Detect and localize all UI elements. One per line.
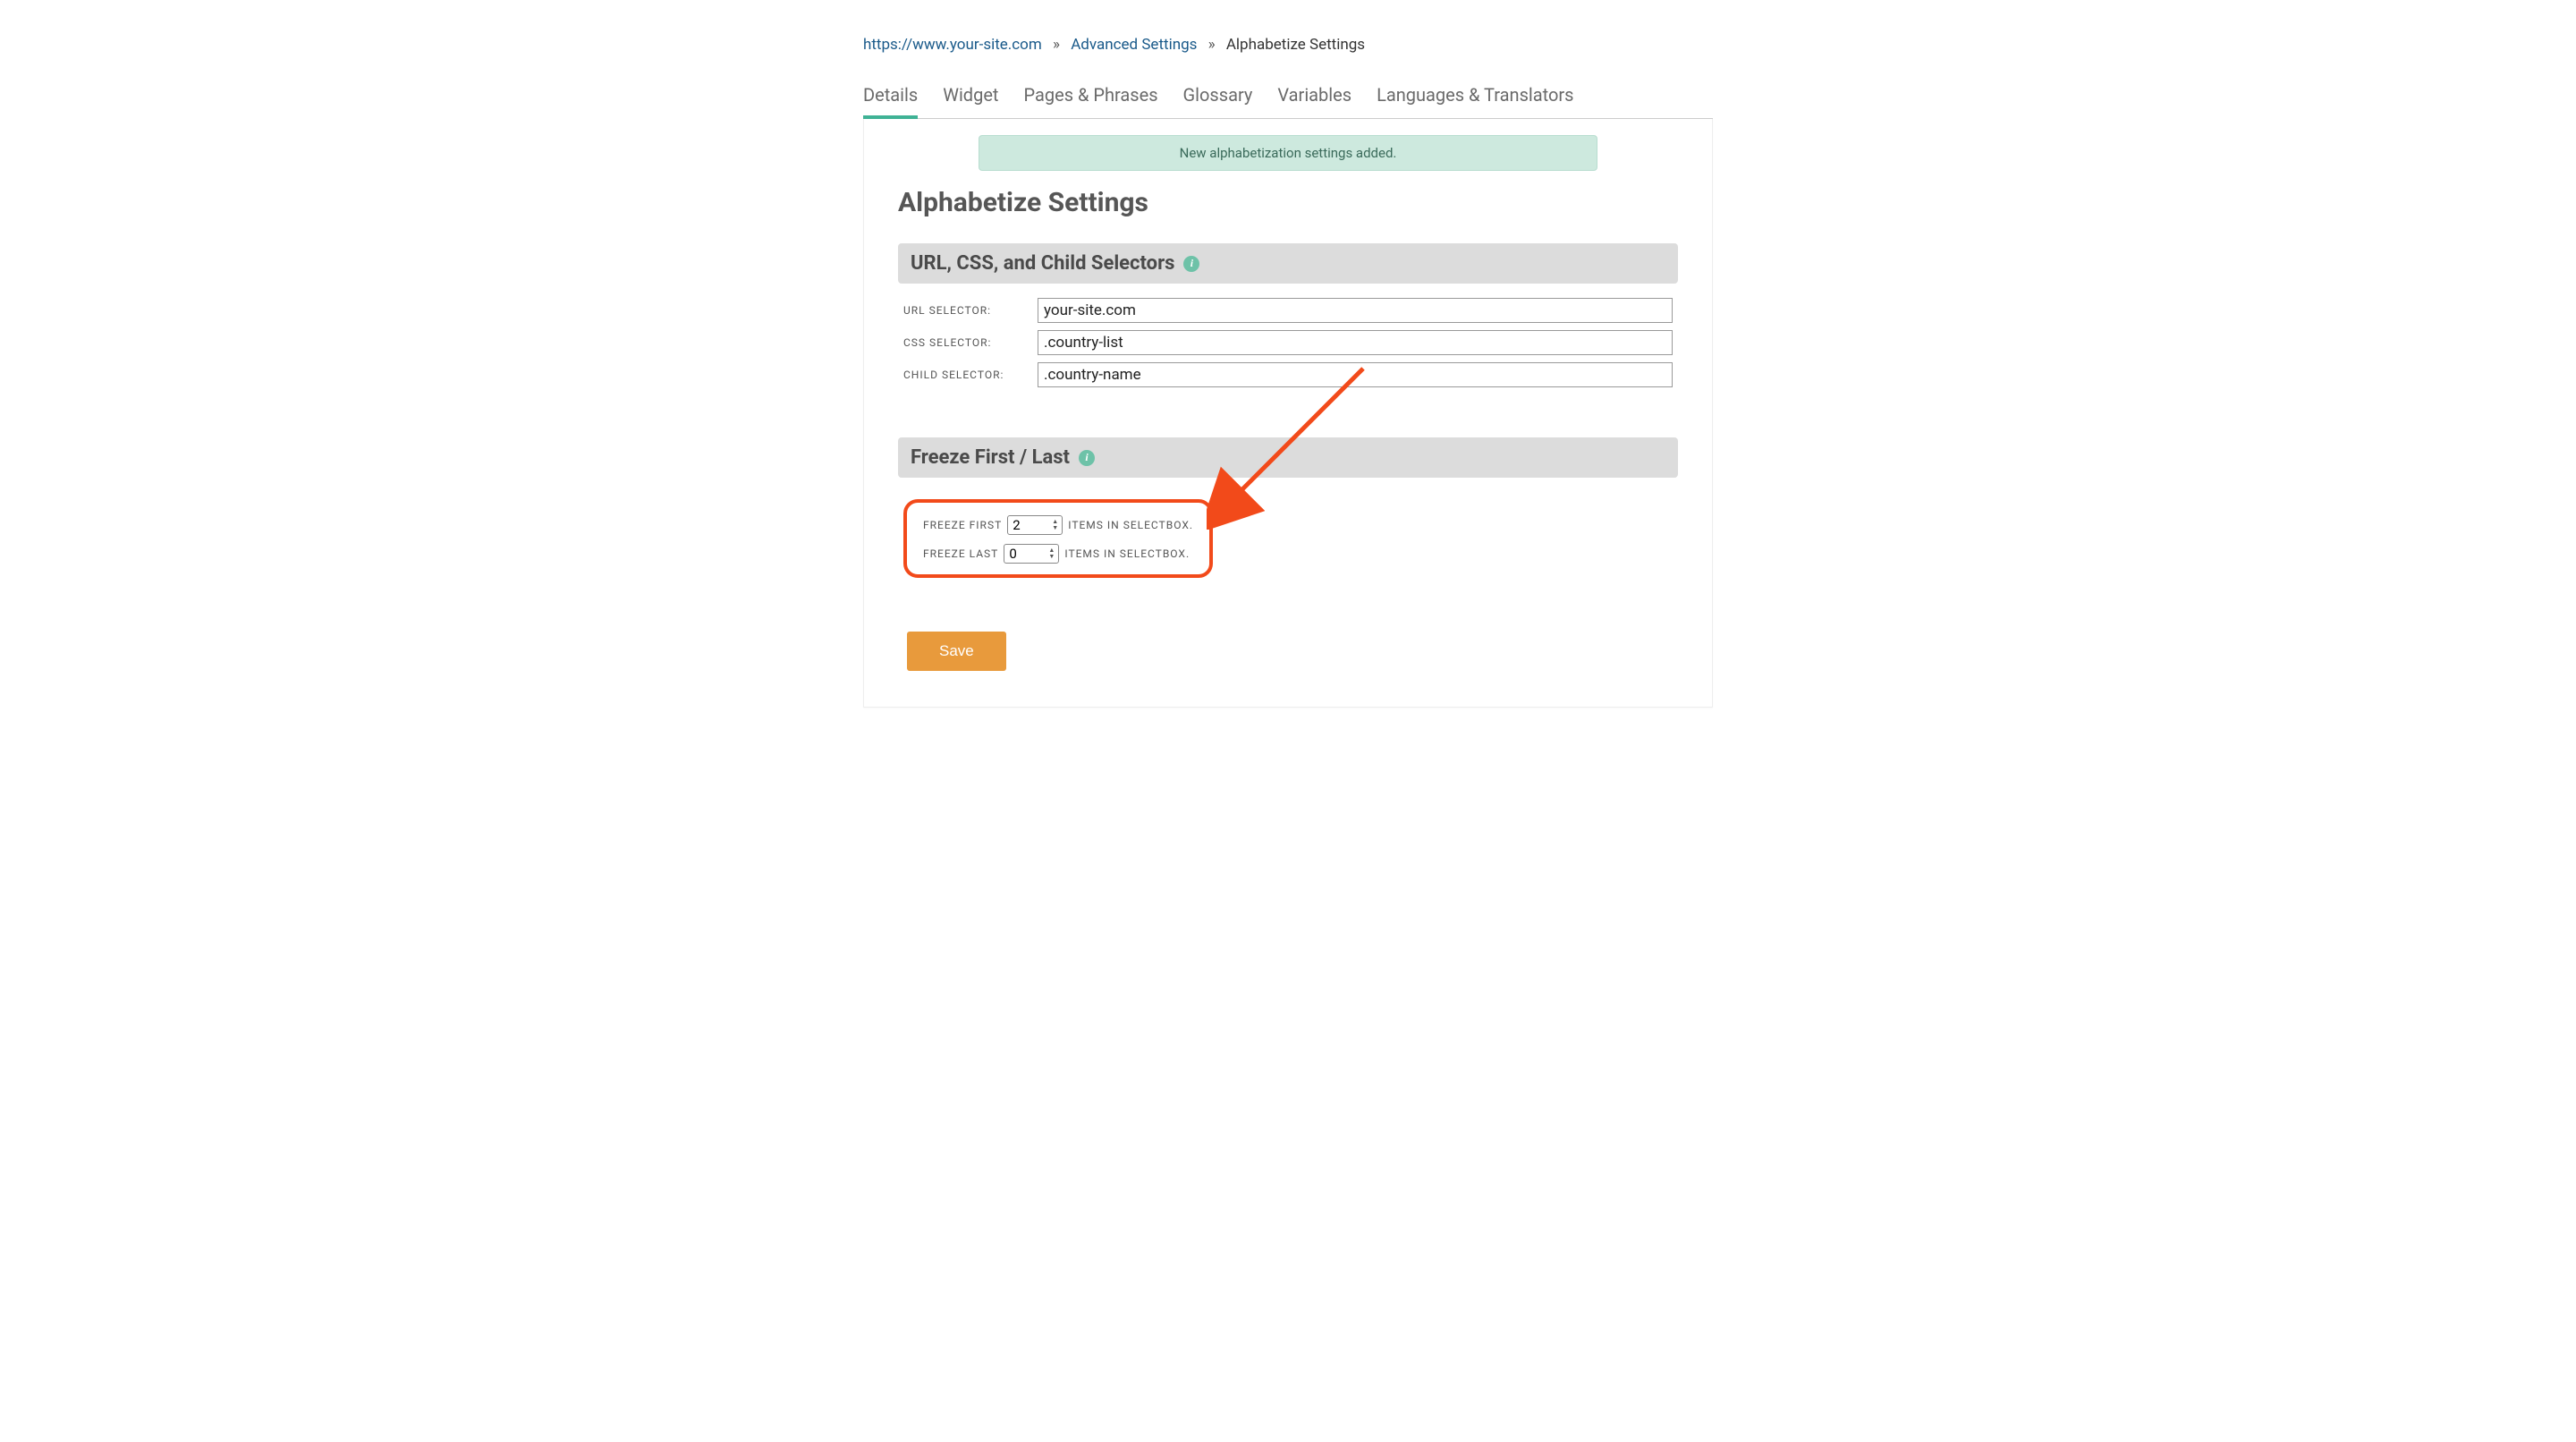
child-selector-input[interactable]: [1038, 362, 1673, 387]
url-selector-input[interactable]: [1038, 298, 1673, 323]
success-alert: New alphabetization settings added.: [979, 135, 1597, 171]
breadcrumb-separator: »: [1053, 36, 1060, 54]
tab-variables[interactable]: Variables: [1277, 79, 1352, 118]
tab-widget[interactable]: Widget: [943, 79, 998, 118]
freeze-first-prefix: FREEZE FIRST: [923, 519, 1002, 531]
section-freeze-heading: Freeze First / Last: [911, 446, 1070, 469]
breadcrumb-site-link[interactable]: https://www.your-site.com: [863, 36, 1042, 54]
css-selector-label: CSS SELECTOR:: [903, 336, 1038, 349]
child-selector-label: CHILD SELECTOR:: [903, 369, 1038, 381]
url-selector-label: URL SELECTOR:: [903, 304, 1038, 317]
breadcrumb: https://www.your-site.com » Advanced Set…: [863, 36, 1713, 54]
freeze-last-input[interactable]: [1004, 544, 1059, 564]
section-freeze-header: Freeze First / Last i: [898, 437, 1678, 478]
page-title: Alphabetize Settings: [898, 187, 1678, 218]
freeze-last-suffix: ITEMS IN SELECTBOX.: [1064, 547, 1190, 560]
freeze-highlight: FREEZE FIRST ▲▼ ITEMS IN SELECTBOX. FREE…: [903, 499, 1213, 578]
settings-panel: New alphabetization settings added. Alph…: [863, 119, 1713, 708]
tab-glossary[interactable]: Glossary: [1183, 79, 1253, 118]
freeze-first-suffix: ITEMS IN SELECTBOX.: [1068, 519, 1193, 531]
css-selector-input[interactable]: [1038, 330, 1673, 355]
section-selectors-heading: URL, CSS, and Child Selectors: [911, 252, 1174, 275]
section-selectors-header: URL, CSS, and Child Selectors i: [898, 243, 1678, 284]
freeze-last-prefix: FREEZE LAST: [923, 547, 998, 560]
tabs: Details Widget Pages & Phrases Glossary …: [863, 79, 1713, 119]
breadcrumb-separator: »: [1208, 36, 1216, 54]
freeze-first-input[interactable]: [1007, 515, 1063, 535]
save-button[interactable]: Save: [907, 632, 1006, 671]
tab-pages-phrases[interactable]: Pages & Phrases: [1023, 79, 1157, 118]
breadcrumb-current: Alphabetize Settings: [1226, 36, 1365, 54]
breadcrumb-advanced-link[interactable]: Advanced Settings: [1071, 36, 1197, 54]
info-icon[interactable]: i: [1079, 450, 1095, 466]
tab-languages[interactable]: Languages & Translators: [1377, 79, 1573, 118]
tab-details[interactable]: Details: [863, 79, 918, 118]
info-icon[interactable]: i: [1183, 256, 1199, 272]
